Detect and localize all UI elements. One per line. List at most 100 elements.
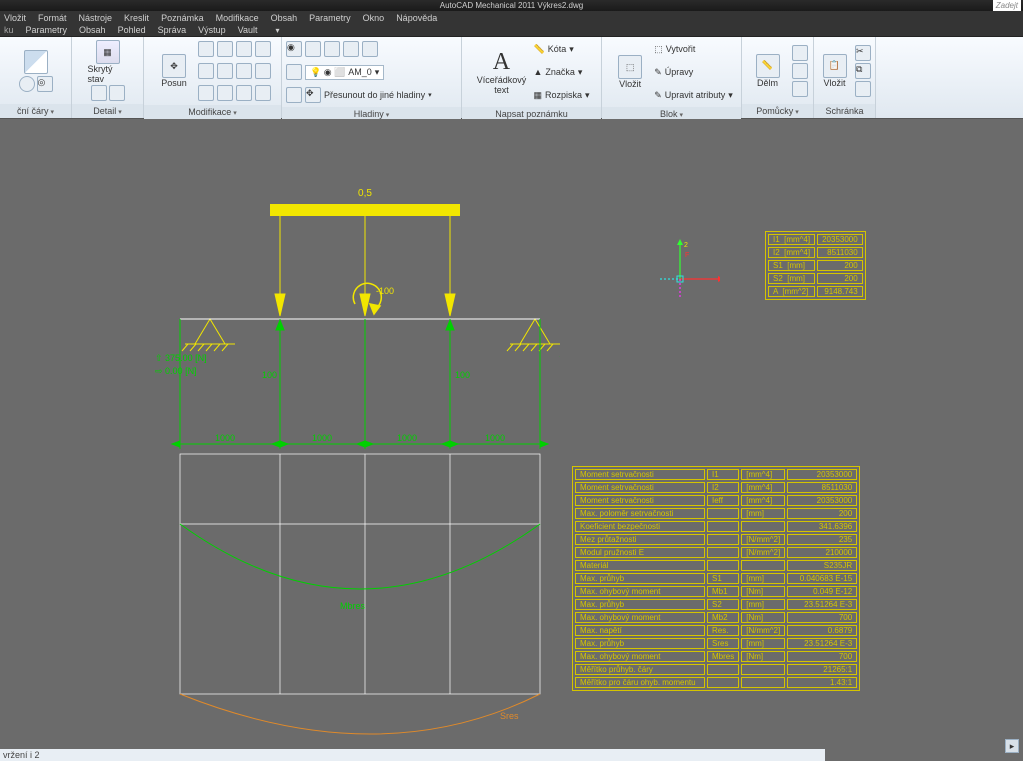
tool-icon[interactable] bbox=[792, 45, 808, 61]
tool-icon[interactable] bbox=[255, 63, 271, 79]
svg-text:100: 100 bbox=[262, 370, 277, 380]
svg-text:Sres: Sres bbox=[500, 711, 519, 721]
hidden-state-button[interactable]: ▦ Skrytý stav bbox=[88, 40, 128, 84]
move-button[interactable]: ✥ Posun bbox=[154, 54, 194, 88]
panel-title[interactable]: ční čáry bbox=[0, 104, 71, 118]
drawing: 0,5 -100 ⇧ 375.00 [N] ⇨ 0.00 [N] ⇧ 425.0… bbox=[140, 154, 560, 761]
bom-button[interactable]: ▦ Rozpiska ▾ bbox=[533, 85, 589, 105]
properties-table-large: Moment setrvačnostiI1[mm^4]20353000Momen… bbox=[572, 466, 860, 691]
tool-icon[interactable] bbox=[236, 41, 252, 57]
layout-tab[interactable]: vržení i 2 bbox=[3, 750, 40, 760]
menu-item[interactable]: Kreslit bbox=[124, 13, 149, 23]
tool-icon[interactable] bbox=[198, 41, 214, 57]
tool-icon[interactable] bbox=[217, 41, 233, 57]
panel-title[interactable]: Detail bbox=[72, 104, 143, 118]
svg-text:Mbres: Mbres bbox=[340, 601, 366, 611]
svg-text:⇨ 0.00 [N]: ⇨ 0.00 [N] bbox=[155, 366, 197, 376]
tool-icon[interactable] bbox=[198, 85, 214, 101]
panel-title[interactable]: Schránka bbox=[814, 104, 875, 118]
paste-button[interactable]: 📋 Vložit bbox=[818, 54, 851, 88]
ribbon-tab[interactable]: Správa bbox=[158, 25, 187, 35]
menu-item[interactable]: Okno bbox=[363, 13, 385, 23]
menu-item[interactable]: Nástroje bbox=[79, 13, 113, 23]
move-icon: ✥ bbox=[162, 54, 186, 78]
layer-icon[interactable] bbox=[343, 41, 359, 57]
menu-item[interactable]: Parametry bbox=[309, 13, 351, 23]
clipboard-icon: 📋 bbox=[823, 54, 847, 78]
tool-icon[interactable] bbox=[217, 85, 233, 101]
tool-icon[interactable] bbox=[236, 85, 252, 101]
svg-text:1000: 1000 bbox=[215, 433, 235, 443]
svg-text:-100: -100 bbox=[376, 286, 394, 296]
copy-icon[interactable]: ⧉ bbox=[855, 63, 871, 79]
ucs-icon: 1 2 F bbox=[640, 239, 720, 299]
menu-item[interactable]: Poznámka bbox=[161, 13, 204, 23]
match-icon[interactable] bbox=[855, 81, 871, 97]
scroll-right-icon[interactable]: ▸ bbox=[1005, 739, 1019, 753]
attr-block-button[interactable]: ✎ Upravit atributy ▾ bbox=[654, 85, 733, 105]
svg-text:⇧ 375.00 [N]: ⇧ 375.00 [N] bbox=[155, 353, 207, 363]
tab-cut[interactable]: ku bbox=[4, 25, 14, 35]
properties-table-small: I1 [mm^4]20353000I2 [mm^4]8511030S1 [mm]… bbox=[765, 231, 866, 300]
dimension-button[interactable]: 📏 Kóta ▾ bbox=[533, 39, 589, 59]
tool-icon[interactable] bbox=[792, 63, 808, 79]
svg-text:2: 2 bbox=[684, 242, 688, 249]
menu-item[interactable]: Vložit bbox=[4, 13, 26, 23]
tool-icon[interactable] bbox=[198, 63, 214, 79]
multitext-button[interactable]: A Víceřádkový text bbox=[473, 49, 529, 96]
move-layer-label[interactable]: Přesunout do jiné hladiny bbox=[324, 90, 425, 100]
tool-icon[interactable] bbox=[217, 63, 233, 79]
hidden-icon: ▦ bbox=[96, 40, 120, 64]
ribbon-tab[interactable]: Vault bbox=[238, 25, 258, 35]
tool-icon[interactable] bbox=[792, 81, 808, 97]
status-bar: vržení i 2 bbox=[0, 749, 825, 761]
menu-item[interactable]: Nápověda bbox=[396, 13, 437, 23]
layer-icon[interactable] bbox=[324, 41, 340, 57]
measure-button[interactable]: 📏 Dělm bbox=[748, 54, 788, 88]
ribbon-tabs: ku Parametry Obsah Pohled Správa Výstup … bbox=[0, 24, 1023, 37]
cut-icon[interactable]: ✂ bbox=[855, 45, 871, 61]
marker-button[interactable]: ▲ Značka ▾ bbox=[533, 62, 589, 82]
insert-block-button[interactable]: ⬚ Vložit bbox=[610, 55, 650, 89]
detail-icon[interactable] bbox=[91, 85, 107, 101]
layer-icon[interactable] bbox=[305, 41, 321, 57]
circle-icon[interactable] bbox=[19, 76, 35, 92]
ribbon-tab[interactable]: Obsah bbox=[79, 25, 106, 35]
svg-text:1000: 1000 bbox=[485, 433, 505, 443]
ruler-icon: 📏 bbox=[756, 54, 780, 78]
svg-text:0,5: 0,5 bbox=[358, 188, 372, 199]
ribbon-tab[interactable]: Výstup bbox=[198, 25, 226, 35]
menu-item[interactable]: Obsah bbox=[271, 13, 298, 23]
layer-icon[interactable] bbox=[286, 87, 302, 103]
text-icon: A bbox=[493, 49, 510, 76]
panel-title[interactable]: Modifikace bbox=[144, 105, 281, 119]
tool-icon[interactable] bbox=[255, 85, 271, 101]
svg-text:100: 100 bbox=[455, 370, 470, 380]
menu-item[interactable]: Modifikace bbox=[216, 13, 259, 23]
layer-selector[interactable]: 💡 ◉ ⬜ AM_0 ▾ bbox=[305, 65, 384, 80]
panel-title[interactable]: Pomůcky bbox=[742, 104, 813, 118]
move-layer-icon[interactable]: ✥ bbox=[305, 87, 321, 103]
detail-icon[interactable] bbox=[109, 85, 125, 101]
svg-text:1000: 1000 bbox=[397, 433, 417, 443]
search-box[interactable]: Zadejt bbox=[993, 0, 1021, 11]
drawing-canvas[interactable]: 0,5 -100 ⇧ 375.00 [N] ⇨ 0.00 [N] ⇧ 425.0… bbox=[0, 119, 1023, 761]
tool-icon[interactable] bbox=[255, 41, 271, 57]
svg-text:1000: 1000 bbox=[312, 433, 332, 443]
line-icon[interactable] bbox=[24, 50, 48, 74]
svg-text:F: F bbox=[685, 252, 689, 259]
layer-icon[interactable]: ◉ bbox=[286, 41, 302, 57]
app-title: AutoCAD Mechanical 2011 Výkres2.dwg bbox=[440, 1, 583, 10]
edit-block-button[interactable]: ✎ Úpravy bbox=[654, 62, 733, 82]
svg-text:⇧ 425.00 [N]: ⇧ 425.00 [N] bbox=[558, 353, 560, 363]
ribbon-tab[interactable]: Parametry bbox=[26, 25, 68, 35]
layer-icon[interactable] bbox=[286, 64, 302, 80]
menu-bar: Vložit Formát Nástroje Kreslit Poznámka … bbox=[0, 11, 1023, 24]
tool-icon[interactable] bbox=[236, 63, 252, 79]
ribbon-tab[interactable]: Pohled bbox=[118, 25, 146, 35]
target-icon[interactable]: ◎ bbox=[37, 76, 53, 92]
block-icon: ⬚ bbox=[618, 55, 642, 79]
create-block-button[interactable]: ⬚ Vytvořit bbox=[654, 39, 733, 59]
menu-item[interactable]: Formát bbox=[38, 13, 67, 23]
layer-icon[interactable] bbox=[362, 41, 378, 57]
